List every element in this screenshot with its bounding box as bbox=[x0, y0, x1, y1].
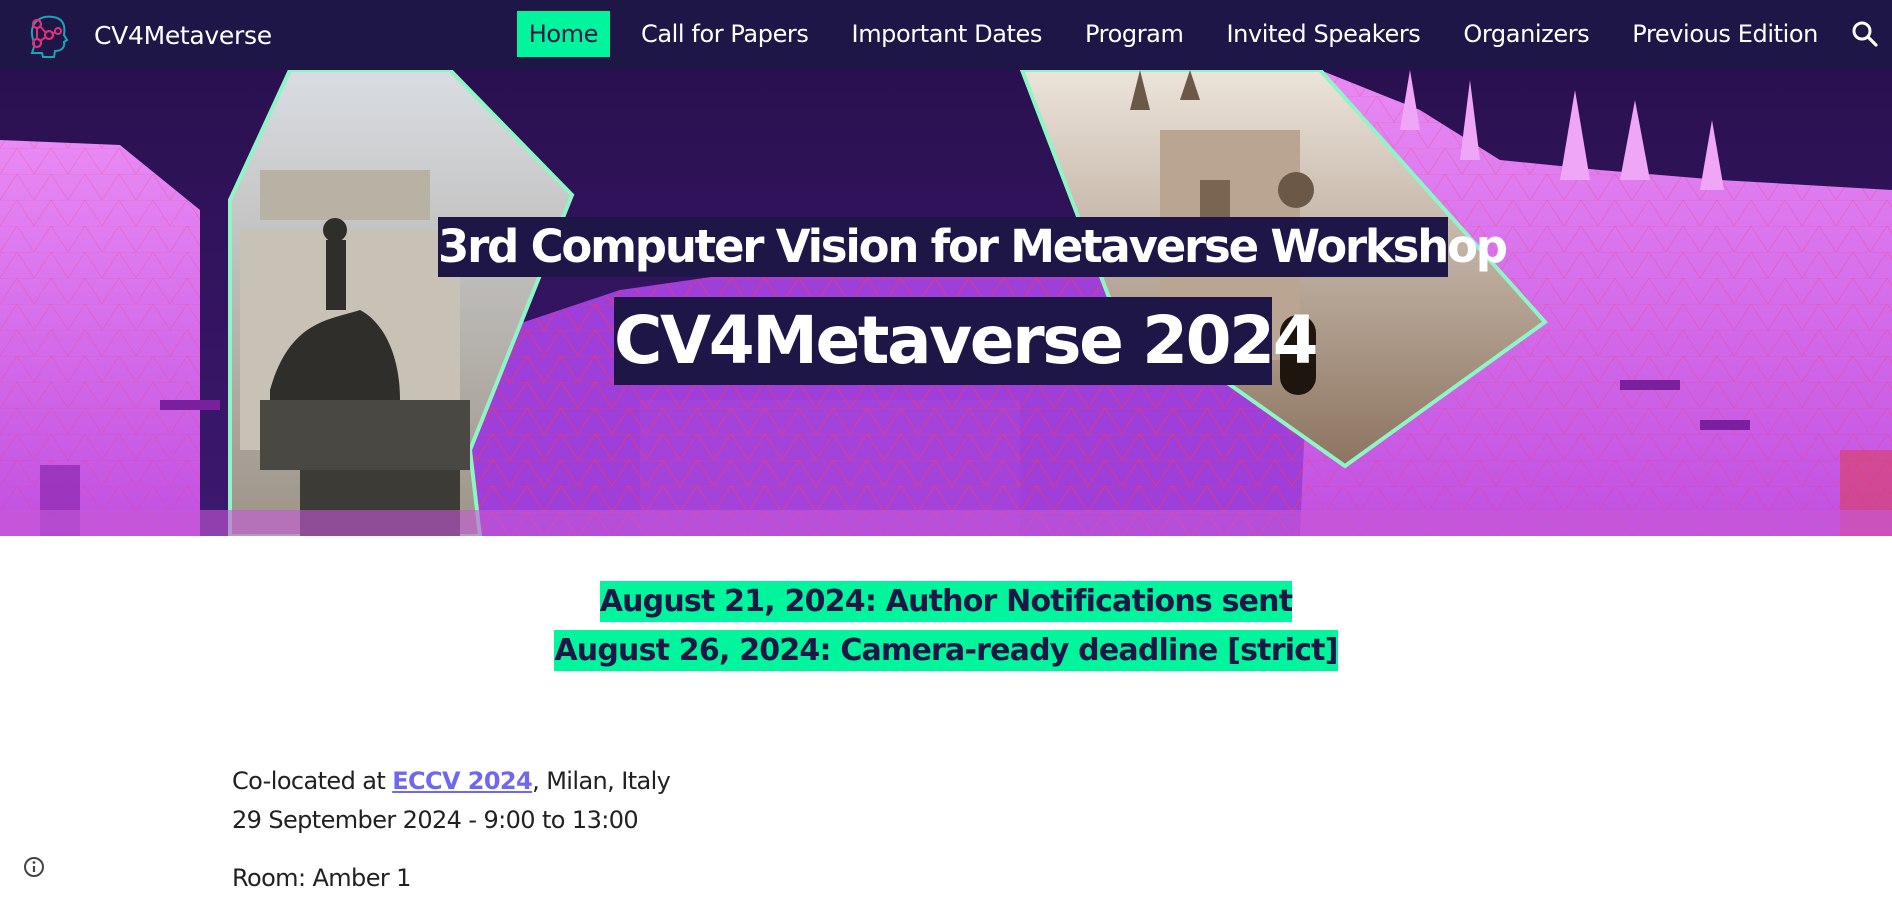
workshop-info: Co-located at ECCV 2024, Milan, Italy 29… bbox=[232, 762, 671, 897]
colocation-line: Co-located at ECCV 2024, Milan, Italy bbox=[232, 762, 671, 801]
nav-previous-edition[interactable]: Previous Edition bbox=[1620, 11, 1830, 57]
announcement-item: August 21, 2024: Author Notifications se… bbox=[0, 578, 1892, 627]
announcement-text: August 26, 2024: Camera-ready deadline [… bbox=[554, 630, 1338, 671]
nav-home[interactable]: Home bbox=[516, 11, 610, 57]
room: Room: Amber 1 bbox=[232, 864, 411, 892]
head-network-logo-icon bbox=[30, 15, 69, 58]
colocation-suffix: , Milan, Italy bbox=[532, 767, 671, 795]
top-navigation-bar: CV4Metaverse Home Call for Papers Import… bbox=[0, 0, 1892, 70]
info-icon[interactable] bbox=[22, 855, 46, 879]
nav-program[interactable]: Program bbox=[1073, 11, 1195, 57]
nav-important-dates[interactable]: Important Dates bbox=[840, 11, 1054, 57]
hero-title: CV4Metaverse 2024 bbox=[614, 297, 1319, 385]
nav-invited-speakers[interactable]: Invited Speakers bbox=[1214, 11, 1432, 57]
main-nav: Home Call for Papers Important Dates Pro… bbox=[498, 11, 1830, 57]
announcements: August 21, 2024: Author Notifications se… bbox=[0, 578, 1892, 676]
colocation-prefix: Co-located at bbox=[232, 767, 393, 795]
hero-banner: 3rd Computer Vision for Metaverse Worksh… bbox=[0, 70, 1892, 536]
nav-organizers[interactable]: Organizers bbox=[1451, 11, 1601, 57]
date-time: 29 September 2024 - 9:00 to 13:00 bbox=[232, 806, 639, 834]
hero-subtitle: 3rd Computer Vision for Metaverse Worksh… bbox=[438, 217, 1508, 277]
eccv-link[interactable]: ECCV 2024 bbox=[392, 767, 533, 795]
announcement-text: August 21, 2024: Author Notifications se… bbox=[599, 581, 1293, 622]
announcement-item: August 26, 2024: Camera-ready deadline [… bbox=[0, 627, 1892, 676]
site-name[interactable]: CV4Metaverse bbox=[94, 21, 272, 50]
nav-call-for-papers[interactable]: Call for Papers bbox=[629, 11, 821, 57]
search-icon[interactable] bbox=[1848, 16, 1882, 52]
brand[interactable]: CV4Metaverse bbox=[0, 0, 272, 70]
